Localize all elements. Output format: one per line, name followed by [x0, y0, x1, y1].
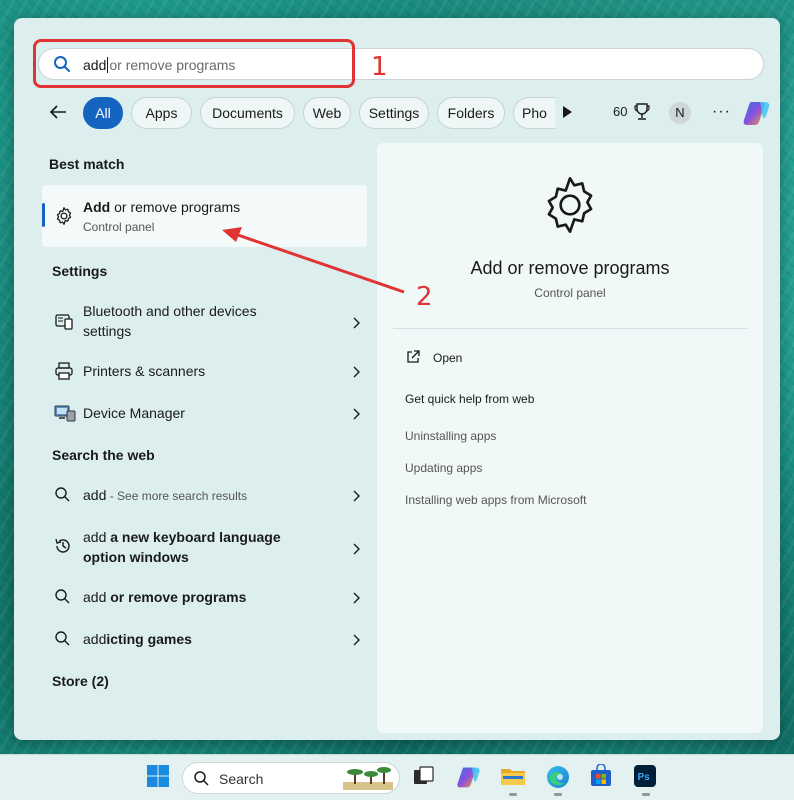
bluetooth-devices-icon: [54, 311, 74, 336]
chevron-right-icon: [351, 365, 361, 378]
filter-chip-settings[interactable]: Settings: [359, 97, 429, 129]
search-highlight-icon: [343, 766, 393, 797]
history-icon: [54, 537, 72, 560]
filter-chip-photos[interactable]: Pho: [513, 97, 555, 129]
result-label: Printers & scanners: [83, 363, 206, 379]
open-external-icon: [405, 350, 421, 369]
result-label: add or remove programs: [83, 589, 247, 605]
taskbar: Search Ps: [0, 754, 794, 800]
result-label: Bluetooth and other devices settings: [83, 303, 257, 339]
web-result-keyboard-language[interactable]: add a new keyboard language option window…: [42, 527, 367, 569]
chevron-right-icon: [351, 542, 361, 555]
open-label: Open: [433, 351, 463, 365]
gear-icon: [538, 173, 602, 242]
help-link-updating[interactable]: Updating apps: [405, 461, 482, 475]
running-indicator: [509, 793, 517, 796]
annotation-step-1: 1: [371, 52, 388, 82]
trophy-icon[interactable]: [634, 102, 650, 127]
result-label: Device Manager: [83, 405, 185, 421]
rewards-points: 60: [613, 104, 628, 119]
svg-text:Ps: Ps: [638, 772, 651, 783]
search-icon: [193, 770, 211, 793]
microsoft-store-icon[interactable]: [589, 763, 615, 790]
filter-chip-folders[interactable]: Folders: [437, 97, 505, 129]
open-action[interactable]: Open: [405, 349, 462, 370]
best-match-title: Add or remove programs: [83, 199, 241, 215]
detail-subtitle: Control panel: [534, 286, 606, 300]
result-label: addicting games: [83, 631, 192, 647]
divider: [393, 328, 747, 329]
chevron-right-icon: [351, 407, 361, 420]
running-indicator: [554, 793, 562, 796]
chevron-right-icon: [351, 489, 361, 502]
chevron-right-icon: [351, 633, 361, 646]
back-arrow-icon[interactable]: [48, 103, 70, 123]
edge-browser-icon[interactable]: [545, 764, 571, 790]
scroll-right-icon[interactable]: [563, 106, 572, 118]
result-bluetooth-settings[interactable]: Bluetooth and other devices settings: [42, 301, 367, 343]
windows-start-icon[interactable]: [146, 764, 172, 790]
search-typed-text: add: [83, 57, 107, 73]
web-result-add-remove-programs[interactable]: add or remove programs: [42, 587, 367, 607]
detail-pane: Add or remove programs Control panel Ope…: [377, 143, 763, 733]
photoshop-icon[interactable]: Ps: [633, 764, 659, 790]
best-match-heading: Best match: [49, 156, 125, 172]
settings-heading: Settings: [52, 263, 108, 279]
taskbar-search-box[interactable]: Search: [182, 762, 400, 794]
search-icon: [53, 55, 71, 78]
quick-help-heading: Get quick help from web: [405, 392, 535, 406]
search-web-heading: Search the web: [52, 447, 155, 463]
device-manager-icon: [54, 403, 76, 428]
taskbar-search-label: Search: [219, 771, 264, 787]
copilot-icon[interactable]: [742, 99, 772, 132]
chevron-right-icon: [351, 591, 361, 604]
search-input[interactable]: add or remove programs: [83, 57, 235, 73]
start-search-panel: add or remove programs All Apps Documents…: [14, 18, 780, 740]
gear-icon: [54, 206, 74, 231]
best-match-result[interactable]: Add or remove programs Control panel: [42, 185, 367, 247]
result-printers-scanners[interactable]: Printers & scanners: [42, 361, 367, 381]
copilot-icon[interactable]: [456, 764, 482, 790]
filter-chip-documents[interactable]: Documents: [200, 97, 295, 129]
help-link-installing-web-apps[interactable]: Installing web apps from Microsoft: [405, 493, 586, 507]
chevron-right-icon: [351, 316, 361, 329]
printer-icon: [54, 361, 74, 386]
filter-bar: All Apps Documents Web Settings Folders …: [48, 97, 770, 129]
account-avatar[interactable]: N: [669, 102, 691, 124]
search-icon: [54, 588, 72, 611]
more-options-icon[interactable]: ···: [712, 103, 731, 121]
web-result-add[interactable]: add - See more search results: [42, 485, 367, 505]
file-explorer-icon[interactable]: [500, 764, 526, 790]
best-match-subtitle: Control panel: [83, 220, 155, 234]
selection-indicator: [42, 203, 45, 227]
filter-chip-apps[interactable]: Apps: [131, 97, 192, 129]
web-result-addicting-games[interactable]: addicting games: [42, 629, 367, 649]
task-view-icon[interactable]: [412, 764, 438, 790]
filter-chip-all[interactable]: All: [83, 97, 123, 129]
help-link-uninstalling[interactable]: Uninstalling apps: [405, 429, 496, 443]
store-heading[interactable]: Store (2): [52, 673, 109, 689]
search-icon: [54, 630, 72, 653]
result-label: add - See more search results: [83, 487, 248, 503]
result-label: add a new keyboard language option window…: [83, 529, 281, 565]
detail-title: Add or remove programs: [470, 258, 670, 278]
running-indicator: [642, 793, 650, 796]
search-autocomplete-text: or remove programs: [109, 57, 236, 73]
result-device-manager[interactable]: Device Manager: [42, 403, 367, 423]
search-box[interactable]: add or remove programs: [38, 48, 764, 80]
annotation-step-2: 2: [416, 282, 433, 312]
search-icon: [54, 486, 72, 509]
filter-chip-web[interactable]: Web: [303, 97, 351, 129]
